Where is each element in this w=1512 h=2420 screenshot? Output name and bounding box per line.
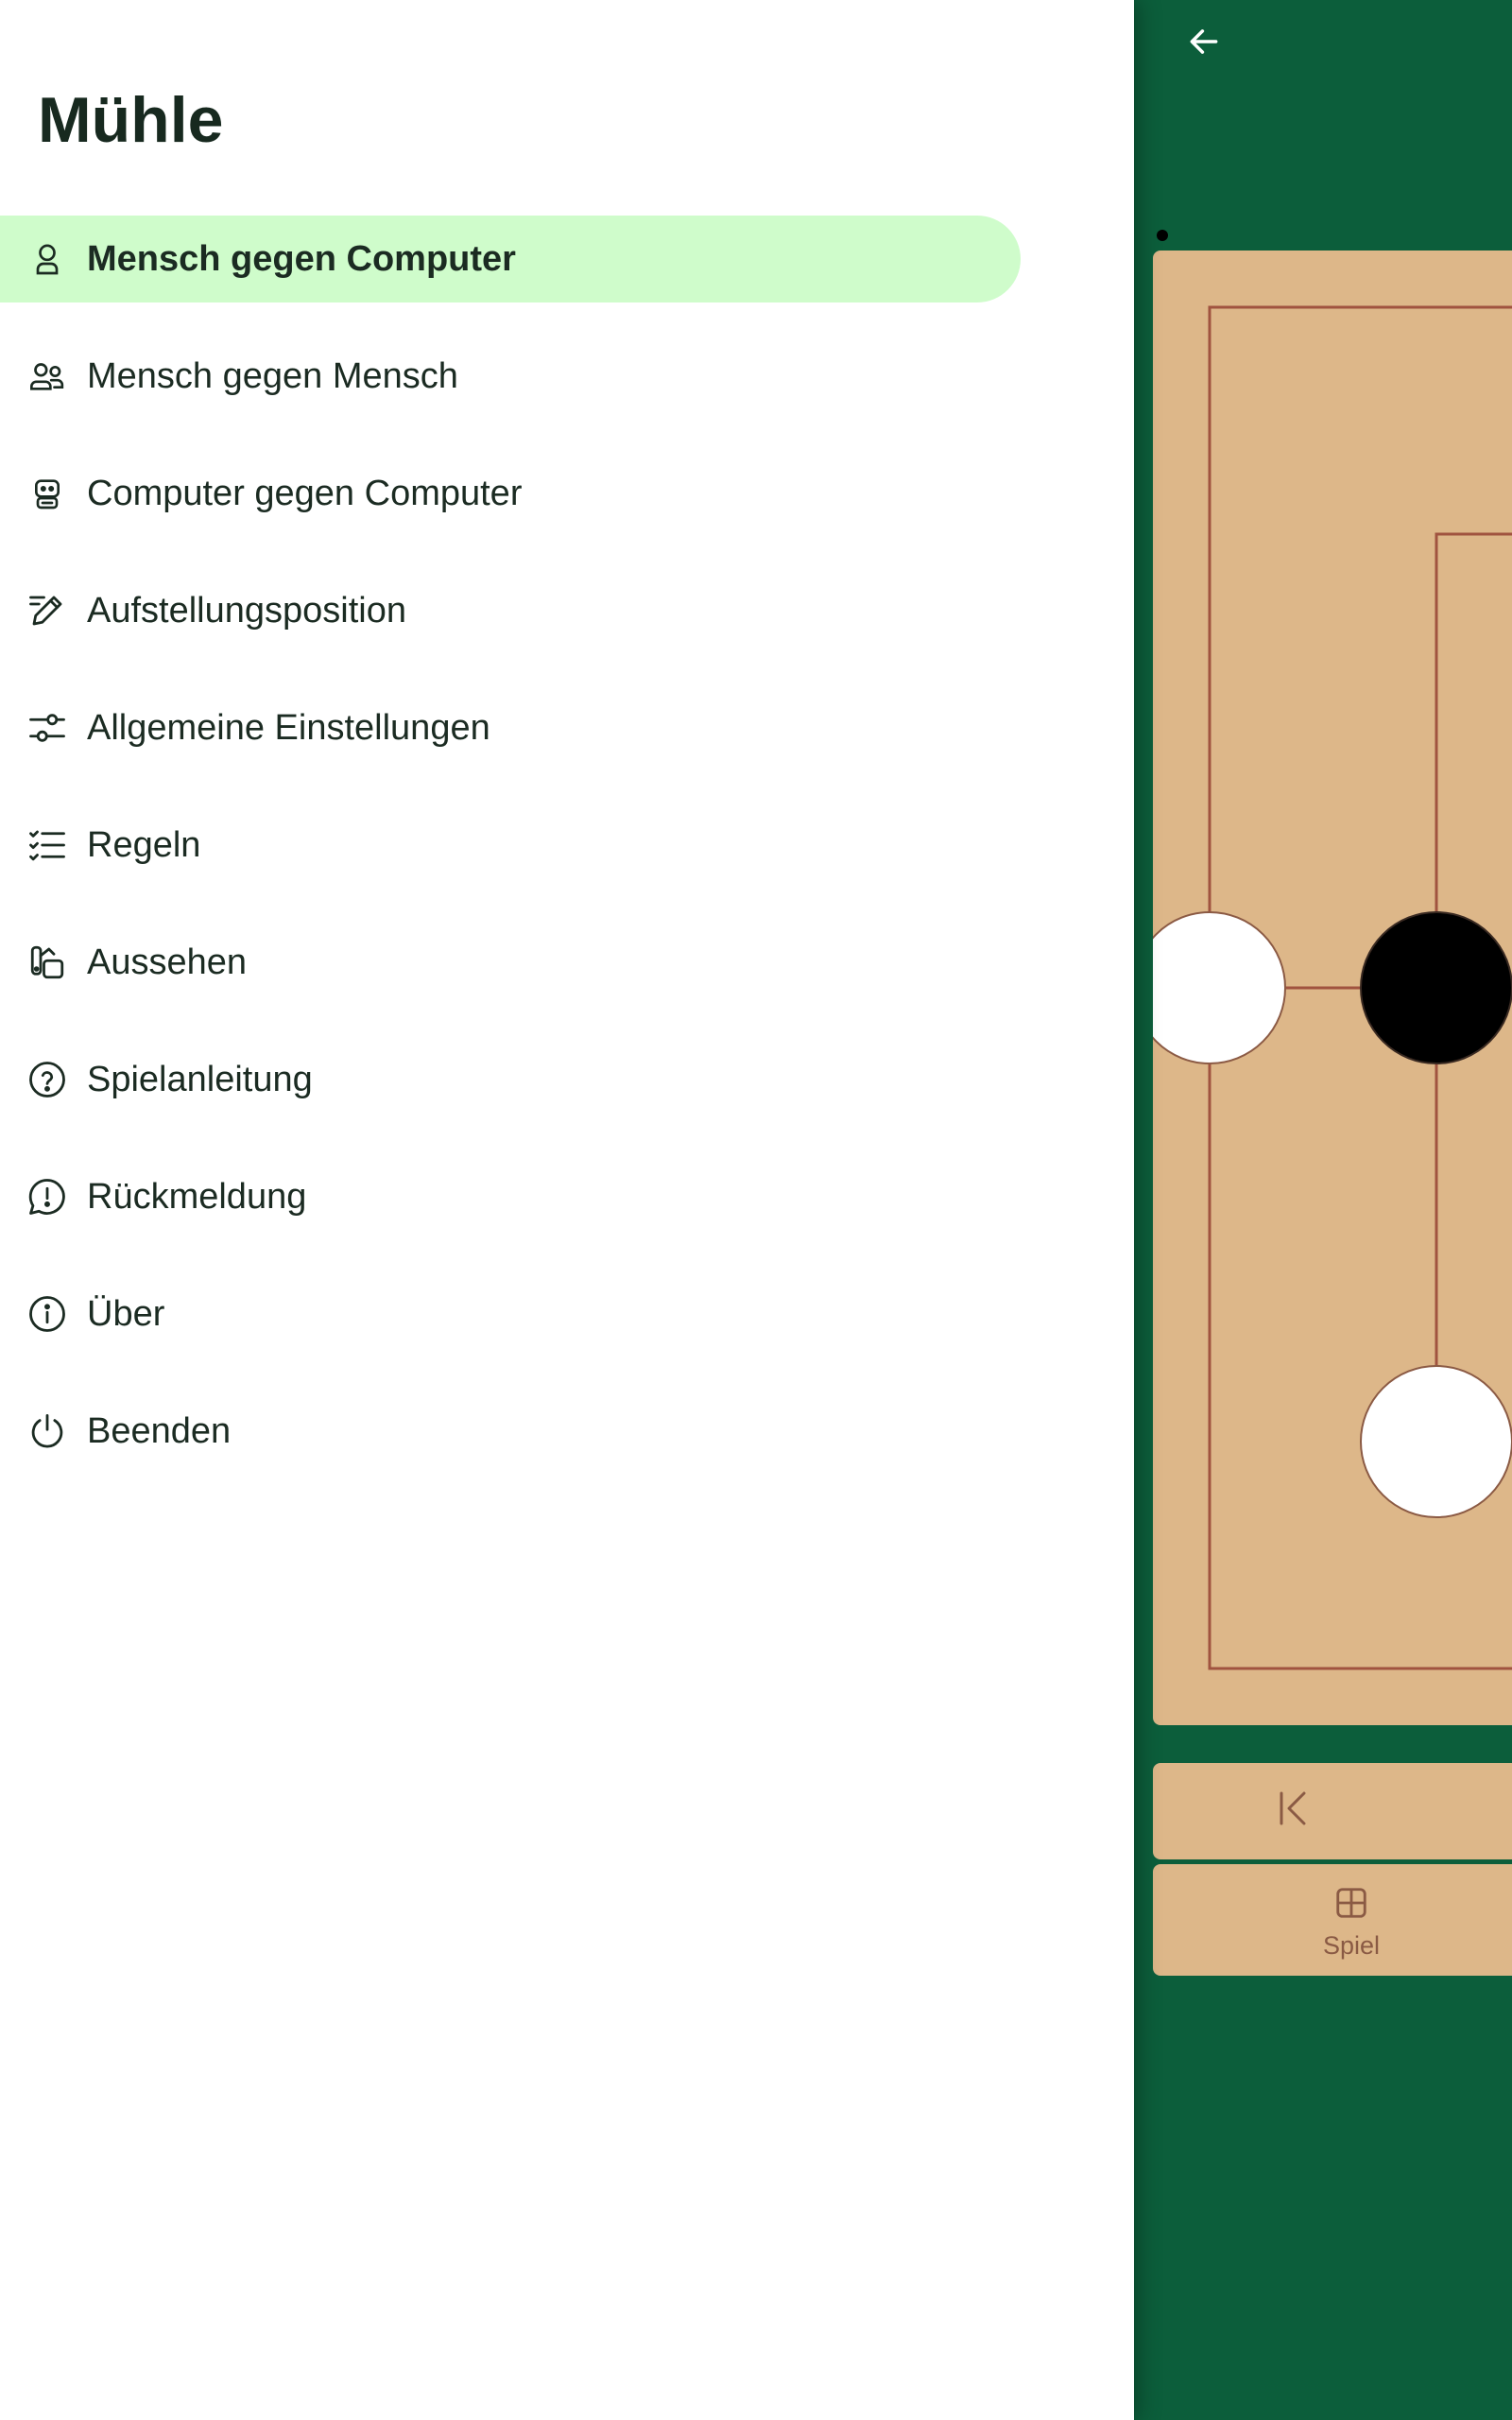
drawer-title: Mühle [38,84,224,156]
drawer-menu: Mensch gegen Computer Mensch gegen Mensc… [0,216,1134,1505]
power-icon [26,1410,68,1452]
people-icon [26,355,68,397]
bottom-navigation: Spiel [1153,1864,1512,1976]
game-board[interactable] [1153,251,1512,1725]
menu-item-label: Regeln [87,824,201,865]
tab-game-label: Spiel [1322,1931,1381,1960]
person-icon [26,238,68,280]
menu-item-label: Computer gegen Computer [87,473,523,513]
menu-item-setup-position[interactable]: Aufstellungsposition [0,567,1134,654]
menu-item-computer-vs-computer[interactable]: Computer gegen Computer [0,450,1134,537]
menu-item-human-vs-human[interactable]: Mensch gegen Mensch [0,333,1134,420]
board-grid-icon [1333,1885,1369,1926]
menu-item-label: Allgemeine Einstellungen [87,707,490,748]
menu-item-label: Beenden [87,1410,232,1451]
menu-item-human-vs-computer[interactable]: Mensch gegen Computer [0,216,1021,302]
navigation-drawer: Mühle Mensch gegen Computer Mensch gegen… [0,0,1134,2420]
tab-game[interactable]: Spiel [1276,1885,1427,1961]
menu-item-label: Mensch gegen Mensch [87,355,458,396]
menu-item-feedback[interactable]: Rückmeldung [0,1153,1134,1240]
first-move-button[interactable] [1271,1787,1318,1834]
menu-item-label: Aufstellungsposition [87,590,406,631]
help-icon [26,1059,68,1100]
menu-item-label: Rückmeldung [87,1176,307,1217]
info-icon [26,1293,68,1335]
menu-item-rules[interactable]: Regeln [0,802,1134,889]
white-piece[interactable] [1360,1365,1512,1518]
sliders-icon [26,707,68,749]
back-button[interactable] [1181,21,1227,66]
menu-item-appearance[interactable]: Aussehen [0,919,1134,1006]
black-piece[interactable] [1360,911,1512,1064]
pencil-icon [26,590,68,631]
menu-item-label: Aussehen [87,942,248,982]
menu-item-label: Spielanleitung [87,1059,313,1099]
robot-icon [26,473,68,514]
menu-item-label: Mensch gegen Computer [87,238,516,279]
paint-icon [26,942,68,983]
history-toolbar [1153,1763,1512,1859]
menu-item-instructions[interactable]: Spielanleitung [0,1036,1134,1123]
checklist-icon [26,824,68,866]
menu-item-exit[interactable]: Beenden [0,1388,1134,1475]
white-piece[interactable] [1153,911,1286,1064]
menu-item-general-settings[interactable]: Allgemeine Einstellungen [0,684,1134,771]
skip-to-start-icon [1276,1788,1314,1834]
arrow-left-icon [1186,24,1222,64]
menu-item-label: Über [87,1293,165,1334]
turn-indicator-dot [1157,230,1168,241]
menu-item-about[interactable]: Über [0,1270,1134,1357]
game-screen: Spiel [1134,0,1512,2420]
feedback-icon [26,1176,68,1218]
